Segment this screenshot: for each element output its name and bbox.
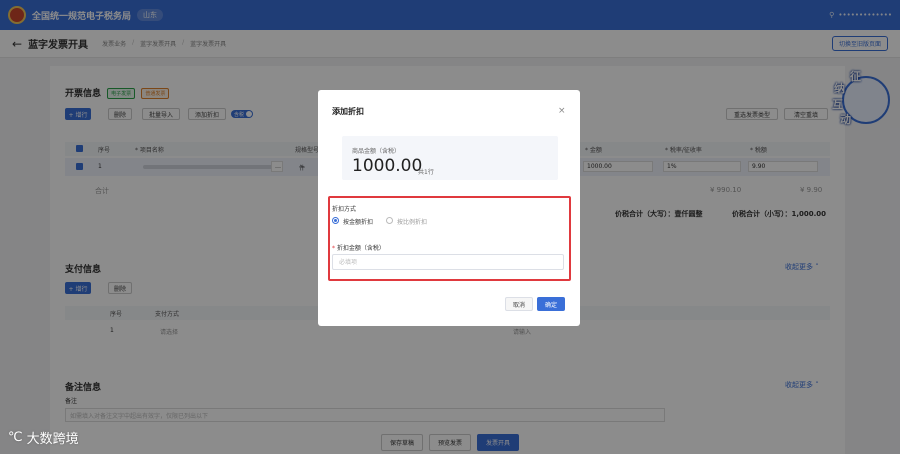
watermark-logo-icon: ℃ <box>8 430 23 445</box>
discount-amount-label: * 折扣金额（含税） <box>332 243 385 252</box>
cancel-button[interactable]: 取消 <box>505 297 533 311</box>
watermark-text: 大数跨境 <box>26 432 79 447</box>
discount-method-label: 折扣方式 <box>332 206 357 213</box>
radio-by-amount[interactable] <box>332 217 339 224</box>
row-count: 共1行 <box>418 169 434 176</box>
add-discount-dialog: 添加折扣 × 商品金额（含税） 1000.00 共1行 折扣方式 按金额折扣 按… <box>318 90 580 326</box>
watermark: ℃ 大数跨境 <box>8 428 79 447</box>
option-by-amount-label[interactable]: 按金额折扣 <box>343 217 373 226</box>
dialog-title: 添加折扣 <box>332 107 364 116</box>
close-icon[interactable]: × <box>558 106 566 116</box>
radio-by-ratio[interactable] <box>386 217 393 224</box>
required-mark: * <box>332 245 335 252</box>
discount-amount-input[interactable] <box>332 254 564 270</box>
goods-amount-card: 商品金额（含税） 1000.00 共1行 <box>342 136 558 180</box>
option-by-ratio-label[interactable]: 按比例折扣 <box>397 217 427 226</box>
goods-amount-value: 1000.00 <box>352 156 423 176</box>
discount-amount-label-text: 折扣金额（含税） <box>336 245 385 252</box>
confirm-button[interactable]: 确定 <box>537 297 565 311</box>
goods-amount-label: 商品金额（含税） <box>352 148 401 155</box>
